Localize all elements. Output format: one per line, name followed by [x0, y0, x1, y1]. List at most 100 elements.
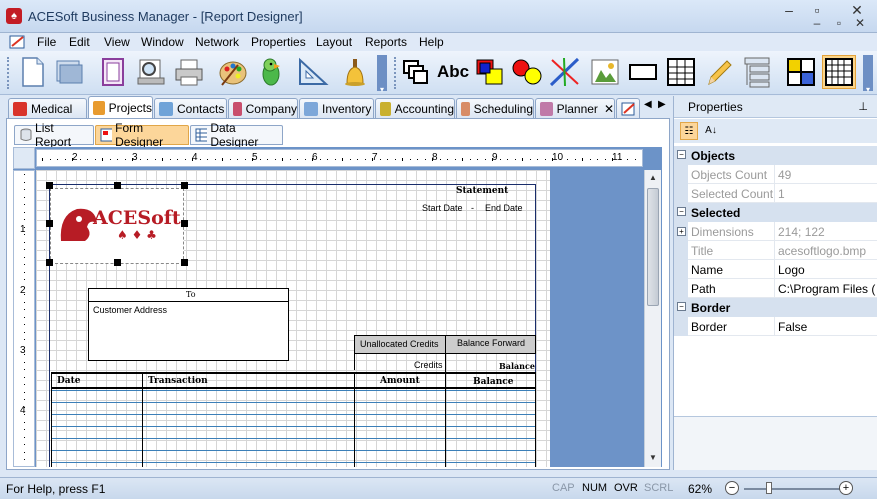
property-value[interactable]: 1	[778, 187, 876, 201]
tab-data-designer[interactable]: Data Designer	[190, 121, 283, 149]
zoom-slider[interactable]	[744, 488, 840, 490]
table-row[interactable]	[51, 426, 536, 427]
report-canvas[interactable]: ACESoft ♠ ♦ ♣ Statement Start Date - End…	[36, 170, 550, 467]
date-dash[interactable]: -	[471, 203, 474, 213]
end-date-label[interactable]: End Date	[485, 203, 523, 213]
resize-handle-sw[interactable]	[46, 259, 53, 266]
pencil-icon[interactable]	[702, 55, 736, 89]
menu-file[interactable]: File	[37, 35, 56, 49]
scroll-up-icon[interactable]: ▲	[645, 170, 661, 186]
menu-window[interactable]: Window	[141, 35, 184, 49]
palette-icon[interactable]	[216, 55, 250, 89]
resize-handle-n[interactable]	[114, 182, 121, 189]
collapse-icon[interactable]: −	[677, 150, 686, 159]
menu-edit[interactable]: Edit	[69, 35, 90, 49]
zoom-in-button[interactable]: +	[839, 481, 853, 495]
property-row[interactable]: Objects Count 49	[674, 165, 877, 184]
tab-accounting[interactable]: Accounting	[375, 98, 455, 118]
minimize-button[interactable]: –	[778, 0, 800, 20]
app-logo-icon[interactable]: ♠	[6, 8, 22, 24]
property-row[interactable]: Selected Count 1	[674, 184, 877, 203]
scroll-thumb[interactable]	[647, 188, 659, 306]
property-category[interactable]: − Selected	[674, 203, 877, 222]
property-category[interactable]: − Border	[674, 298, 877, 317]
property-value[interactable]: False	[778, 320, 876, 334]
unallocated-credits-label[interactable]: Unallocated Credits	[360, 339, 439, 349]
copy-windows-icon[interactable]	[398, 55, 432, 89]
property-row[interactable]: Border False	[674, 317, 877, 336]
customer-address-label[interactable]: Customer Address	[93, 305, 167, 315]
property-value[interactable]: C:\Program Files (	[778, 282, 876, 296]
tab-planner[interactable]: Planner ✕	[535, 98, 615, 118]
property-value[interactable]: Logo	[778, 263, 876, 277]
vertical-scrollbar[interactable]: ▲ ▼	[644, 170, 661, 467]
pin-icon[interactable]: ⊥	[858, 100, 868, 113]
shapes-icon[interactable]	[474, 55, 508, 89]
report-pages-icon[interactable]	[96, 55, 130, 89]
toolbar-grip-2[interactable]	[394, 57, 397, 89]
tab-prev-arrow[interactable]: ◀	[644, 99, 652, 110]
resize-handle-e[interactable]	[181, 220, 188, 227]
menu-network[interactable]: Network	[195, 35, 239, 49]
collapse-icon[interactable]: −	[677, 302, 686, 311]
property-category[interactable]: − Objects	[674, 146, 877, 165]
doc-restore-button[interactable]: ▫	[828, 13, 850, 33]
picture-tool-icon[interactable]	[588, 55, 622, 89]
zoom-out-button[interactable]: −	[725, 481, 739, 495]
new-document-icon[interactable]	[16, 55, 50, 89]
property-value[interactable]: 214; 122	[778, 225, 876, 239]
alphabetical-view-icon[interactable]: A↓	[702, 122, 720, 140]
tab-next-arrow[interactable]: ▶	[658, 99, 666, 110]
stack-icon[interactable]	[740, 55, 774, 89]
tab-report-designer[interactable]	[616, 98, 640, 118]
doc-minimize-button[interactable]: –	[806, 13, 828, 33]
scroll-down-icon[interactable]: ▼	[645, 450, 661, 466]
table-header[interactable]	[51, 372, 536, 389]
tab-medical[interactable]: Medical	[8, 98, 87, 118]
categorized-view-icon[interactable]: ☷	[680, 122, 698, 140]
resize-handle-w[interactable]	[46, 220, 53, 227]
balance-forward-label[interactable]: Balance Forward	[457, 338, 525, 348]
toolbar-grip[interactable]	[7, 57, 10, 89]
open-folder-icon[interactable]	[52, 55, 86, 89]
property-value[interactable]: acesoftlogo.bmp	[778, 244, 876, 258]
resize-handle-ne[interactable]	[181, 182, 188, 189]
report-designer-icon[interactable]	[9, 34, 27, 50]
tab-list-report[interactable]: List Report	[14, 121, 94, 149]
menu-layout[interactable]: Layout	[316, 35, 352, 49]
grid-color-icon[interactable]	[784, 55, 818, 89]
circles-icon[interactable]	[510, 55, 544, 89]
balance-value-label[interactable]: Balance	[499, 361, 535, 371]
resize-handle-nw[interactable]	[46, 182, 53, 189]
table-row[interactable]	[51, 390, 536, 391]
rectangle-tool-icon[interactable]	[626, 55, 660, 89]
menu-view[interactable]: View	[104, 35, 130, 49]
tab-company[interactable]: Company	[228, 98, 298, 118]
tab-form-designer[interactable]: Form Designer	[95, 121, 189, 149]
parrot-icon[interactable]	[254, 55, 288, 89]
credits-label[interactable]: Credits	[414, 360, 443, 370]
resize-handle-se[interactable]	[181, 259, 188, 266]
line-tool-icon[interactable]	[548, 55, 582, 89]
property-value[interactable]: 49	[778, 168, 876, 182]
ruler-triangle-icon[interactable]	[296, 55, 330, 89]
resize-handle-s[interactable]	[114, 259, 121, 266]
start-date-label[interactable]: Start Date	[422, 203, 463, 213]
table-row[interactable]	[51, 438, 536, 439]
doc-close-button[interactable]: ✕	[849, 13, 871, 33]
menu-properties[interactable]: Properties	[251, 35, 306, 49]
print-icon[interactable]	[172, 55, 206, 89]
property-row[interactable]: + Dimensions 214; 122	[674, 222, 877, 241]
bell-icon[interactable]	[338, 55, 372, 89]
tab-projects[interactable]: Projects	[88, 96, 153, 118]
grid-toggle-icon[interactable]	[822, 55, 856, 89]
tab-inventory[interactable]: Inventory	[299, 98, 374, 118]
property-row[interactable]: Title acesoftlogo.bmp	[674, 241, 877, 260]
expand-icon[interactable]: +	[677, 227, 686, 236]
menu-reports[interactable]: Reports	[365, 35, 407, 49]
text-tool-button[interactable]: Abc	[436, 55, 470, 89]
property-row[interactable]: Name Logo	[674, 260, 877, 279]
print-preview-icon[interactable]	[134, 55, 168, 89]
zoom-slider-thumb[interactable]	[766, 482, 772, 494]
table-row[interactable]	[51, 414, 536, 415]
